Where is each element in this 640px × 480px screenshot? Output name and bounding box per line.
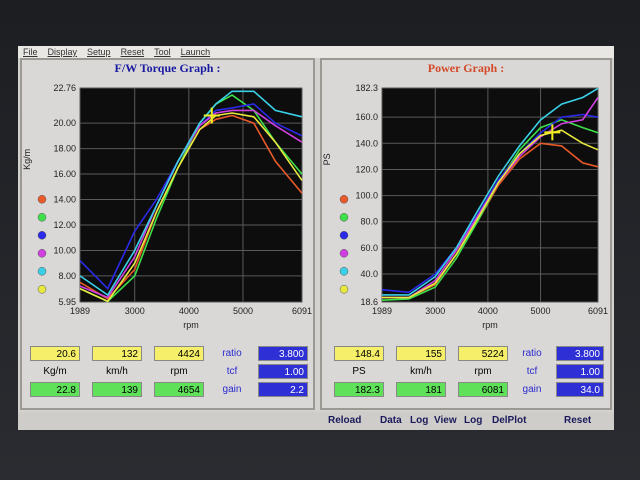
torque-unit-rpm: rpm [170, 366, 188, 377]
power-ytick-label: 140.0 [355, 138, 378, 148]
power-ratio-value[interactable]: 3.800 [556, 346, 604, 361]
power-xtick-label: 6091 [588, 306, 608, 316]
torque-ytick-label: 14.00 [53, 195, 76, 205]
torque-xtick-label: 3000 [125, 306, 145, 316]
torque-speed-value: 132 [92, 346, 142, 361]
menu-tool[interactable]: Tool [149, 46, 176, 58]
torque-legend-dot-4[interactable] [37, 267, 47, 276]
power-xtick-label: 3000 [425, 306, 445, 316]
power-ytick-label: 120.0 [355, 164, 378, 174]
power-chart[interactable]: 182.3160.0140.0120.0100.080.060.040.018.… [322, 74, 610, 346]
torque-legend-dot-3[interactable] [37, 249, 47, 258]
menu-reset[interactable]: Reset [116, 46, 150, 58]
power-tcf-label: tcf [526, 366, 538, 377]
power-rpm-value: 5224 [458, 346, 508, 361]
torque-ratio-value[interactable]: 3.800 [258, 346, 308, 361]
torque-max-speed: 139 [92, 382, 142, 397]
app-screen: File Display Setup Reset Tool Launch F/W Torq… [18, 46, 614, 430]
torque-legend-dot-1[interactable] [37, 213, 47, 222]
power-legend-dot-3[interactable] [339, 249, 349, 258]
bottom-toolbar: Reload Data Log View Log DelPlot Reset [18, 412, 614, 430]
power-tcf-value[interactable]: 1.00 [556, 364, 604, 379]
power-panel: Power Graph : 182.3 160.0 140.0 120.0 100.0 8… [320, 58, 612, 410]
torque-legend-dot-2[interactable] [37, 231, 47, 240]
power-ytick-label: 182.3 [355, 83, 378, 93]
torque-unit-kgm: Kg/m [43, 366, 67, 377]
data-button[interactable]: Data [380, 415, 402, 426]
torque-xtick-label: 6091 [292, 306, 312, 316]
torque-ytick-label: 12.00 [53, 220, 76, 230]
delplot-button[interactable]: DelPlot [492, 415, 526, 426]
torque-max-rpm: 4654 [154, 382, 204, 397]
torque-ylabel: Kg/m [22, 149, 32, 170]
torque-gain-value[interactable]: 2.2 [258, 382, 308, 397]
torque-ytick-label: 22.76 [53, 83, 76, 93]
view-button[interactable]: View [434, 415, 457, 426]
torque-legend-dot-0[interactable] [37, 195, 47, 204]
menu-file[interactable]: File [18, 46, 43, 58]
torque-ratio-label: ratio [222, 348, 242, 359]
torque-value: 20.6 [30, 346, 80, 361]
log-button-2[interactable]: Log [464, 415, 482, 426]
log-button[interactable]: Log [410, 415, 428, 426]
power-value: 148.4 [334, 346, 384, 361]
power-gain-label: gain [522, 384, 542, 395]
torque-tcf-value[interactable]: 1.00 [258, 364, 308, 379]
torque-gain-label: gain [222, 384, 242, 395]
torque-xlabel: rpm [183, 320, 199, 330]
power-max-speed: 181 [396, 382, 446, 397]
menu-display[interactable]: Display [43, 46, 83, 58]
torque-ytick-label: 10.00 [53, 245, 76, 255]
reload-button[interactable]: Reload [328, 415, 361, 426]
torque-panel: F/W Torque Graph : 22.76 20.00 18.00 16.00 1… [20, 58, 315, 410]
power-ytick-label: 60.0 [360, 243, 378, 253]
torque-xtick-label: 4000 [179, 306, 199, 316]
power-legend-dot-0[interactable] [339, 195, 349, 204]
torque-xtick-label: 1989 [70, 306, 90, 316]
power-legend-dot-4[interactable] [339, 267, 349, 276]
power-ratio-label: ratio [522, 348, 542, 359]
power-legend-dot-2[interactable] [339, 231, 349, 240]
power-xtick-label: 5000 [531, 306, 551, 316]
torque-max-value: 22.8 [30, 382, 80, 397]
torque-chart[interactable]: 22.76 20.00 18.00 16.00 14.00 12.00 10.00 8.00 5… [22, 74, 313, 346]
power-xtick-label: 4000 [478, 306, 498, 316]
power-ylabel: PS [322, 153, 332, 165]
torque-xtick-label: 5000 [233, 306, 253, 316]
torque-tcf-label: tcf [226, 366, 238, 377]
power-max-rpm: 6081 [458, 382, 508, 397]
menu-bar: File Display Setup Reset Tool Launch [18, 46, 614, 58]
torque-ytick-label: 16.00 [53, 169, 76, 179]
menu-setup[interactable]: Setup [82, 46, 116, 58]
power-legend-dot-5[interactable] [339, 285, 349, 294]
power-speed-value: 155 [396, 346, 446, 361]
power-max-value: 182.3 [334, 382, 384, 397]
power-ytick-label: 40.0 [360, 269, 378, 279]
torque-ytick-label: 8.00 [58, 271, 76, 281]
power-unit-kmh: km/h [410, 366, 432, 377]
power-unit-ps: PS [352, 366, 366, 377]
power-ytick-label: 160.0 [355, 112, 378, 122]
power-legend-dot-1[interactable] [339, 213, 349, 222]
torque-legend-dot-5[interactable] [37, 285, 47, 294]
torque-ytick-label: 18.00 [53, 144, 76, 154]
power-xtick-label: 1989 [372, 306, 392, 316]
torque-rpm-value: 4424 [154, 346, 204, 361]
torque-unit-kmh: km/h [106, 366, 128, 377]
torque-ytick-label: 20.00 [53, 118, 76, 128]
power-unit-rpm: rpm [474, 366, 492, 377]
power-gain-value[interactable]: 34.0 [556, 382, 604, 397]
menu-launch[interactable]: Launch [176, 46, 216, 58]
reset-button[interactable]: Reset [564, 415, 591, 426]
power-xlabel: rpm [482, 320, 498, 330]
power-ytick-label: 100.0 [355, 191, 378, 201]
power-ytick-label: 80.0 [360, 217, 378, 227]
